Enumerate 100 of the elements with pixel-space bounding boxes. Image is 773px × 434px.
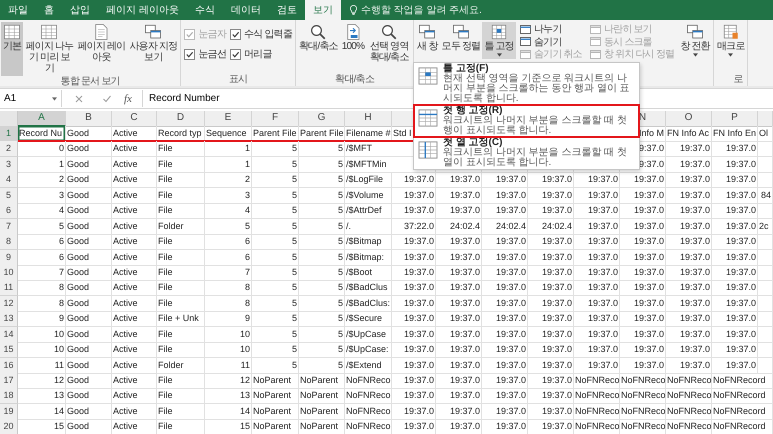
row-header[interactable]: 3 [0, 156, 18, 173]
table-cell: Good [66, 218, 112, 235]
row-header[interactable]: 12 [0, 296, 18, 312]
group-label: 확대/축소 [334, 74, 376, 86]
cancel-icon[interactable] [74, 94, 84, 104]
checkbox[interactable]: 머리글 [230, 48, 292, 60]
name-box[interactable]: A1 [0, 90, 62, 107]
table-cell: 19:37.0 [528, 419, 574, 434]
row-header[interactable]: 2 [0, 141, 18, 158]
row-header[interactable]: 11 [0, 280, 18, 296]
table-cell: 19:37.0 [666, 188, 712, 204]
row-header[interactable]: 4 [0, 172, 18, 188]
row-header[interactable]: 14 [0, 326, 18, 343]
tell-me-field[interactable]: 수행할 작업을 알려 주세요. [360, 3, 482, 17]
ribbon-tab[interactable]: 검토 [268, 0, 305, 20]
table-cell: 2 [205, 172, 252, 188]
column-header[interactable]: F [252, 111, 299, 127]
table-cell: 37:22.0 [392, 218, 436, 235]
enter-check-icon[interactable] [102, 94, 112, 104]
table-cell: Active [112, 234, 157, 250]
row-header[interactable]: 9 [0, 250, 18, 266]
ribbon-button[interactable]: 페이지 나누기 미리 보기 [23, 22, 76, 76]
table-cell: NoFNReco [345, 419, 392, 434]
row-header[interactable]: 15 [0, 342, 18, 358]
ribbon-tab[interactable]: 삽입 [62, 0, 98, 20]
table-cell: 19:37.0 [574, 188, 620, 204]
ribbon-button[interactable]: 사용자 지정 보기 [127, 22, 180, 65]
ribbon-tab[interactable]: 파일 [0, 0, 36, 20]
ribbon-button[interactable]: 창 전환 [678, 22, 712, 59]
table-cell: 19:37.0 [574, 296, 620, 312]
ribbon-button[interactable]: 모두 정렬 [440, 22, 482, 54]
table-cell: 19:37.0 [712, 156, 758, 173]
column-header[interactable]: O [666, 111, 712, 127]
row-header[interactable]: 6 [0, 203, 18, 220]
ribbon-button[interactable]: 확대/축소 [297, 22, 340, 54]
table-cell: NoFNReco [666, 419, 712, 434]
ribbon-button[interactable]: 매크로 [714, 22, 746, 59]
ribbon-tab[interactable]: 홈 [36, 0, 62, 20]
table-cell: 5 [205, 218, 252, 235]
windows-icon [418, 23, 436, 41]
table-cell: 24:02.4 [436, 218, 482, 235]
row-header[interactable]: 17 [0, 373, 18, 389]
column-header[interactable]: H [345, 111, 392, 127]
table-cell: 19:37.0 [712, 296, 758, 312]
row-header[interactable]: 8 [0, 234, 18, 250]
table-cell: 5 [252, 326, 299, 343]
table-cell: File [157, 373, 205, 389]
table-cell: 19:37.0 [482, 342, 528, 358]
ribbon-button[interactable]: 기본 [1, 22, 24, 76]
ribbon-button[interactable]: 선택 영역 확대/축소 [366, 22, 412, 65]
table-cell: 19:37.0 [620, 311, 666, 328]
window-icon [520, 37, 531, 46]
table-cell: 5 [252, 311, 299, 328]
row-header[interactable]: 20 [0, 419, 18, 434]
table-cell: NoFNReco [666, 373, 712, 389]
ribbon-tab[interactable]: 데이터 [222, 0, 269, 20]
ribbon-button[interactable]: 나누기 [518, 23, 584, 36]
table-cell: NoParent [252, 419, 299, 434]
row-header[interactable]: 18 [0, 388, 18, 404]
ribbon-button[interactable]: 틀 고정 [482, 22, 516, 59]
table-cell: 10 [18, 326, 66, 343]
row-header[interactable]: 10 [0, 264, 18, 281]
ribbon-tab[interactable]: 페이지 레이아웃 [98, 0, 187, 20]
table-cell: 5 [252, 342, 299, 358]
table-cell: 19:37.0 [392, 296, 436, 312]
insert-function-button[interactable]: fx [124, 92, 132, 104]
table-cell: 19:37.0 [712, 218, 758, 235]
table-icon [722, 23, 740, 41]
table-cell: 5 [299, 141, 345, 158]
row-header[interactable]: 19 [0, 404, 18, 420]
ribbon-button[interactable]: 페이지 레이아웃 [75, 22, 128, 65]
column-header[interactable]: E [205, 111, 252, 127]
row-header[interactable]: 16 [0, 358, 18, 374]
column-header[interactable]: A [18, 111, 66, 127]
table-cell: Good [66, 188, 112, 204]
table-cell: File [157, 188, 205, 204]
ribbon-tab[interactable]: 보기 [304, 0, 341, 20]
row-header[interactable]: 5 [0, 188, 18, 204]
column-header[interactable]: B [66, 111, 112, 127]
table-cell: Good [66, 141, 112, 158]
column-header[interactable]: G [299, 111, 345, 127]
table-cell: 19:37.0 [574, 234, 620, 250]
checkbox[interactable]: 수식 입력줄 [230, 28, 292, 40]
column-header[interactable]: D [157, 111, 205, 127]
row-header[interactable]: 1 [0, 126, 18, 142]
table-cell: /$Volume [345, 188, 392, 204]
column-header[interactable]: P [712, 111, 758, 127]
checkbox[interactable]: 눈금선 [184, 48, 226, 60]
ribbon-button[interactable]: 새 창 [415, 22, 440, 54]
table-cell: 5 [252, 141, 299, 158]
column-header[interactable]: C [112, 111, 157, 127]
table-cell: 4 [18, 203, 66, 220]
ribbon-tab[interactable]: 수식 [186, 0, 223, 20]
table-cell: 5 [18, 218, 66, 235]
column-header[interactable] [758, 111, 773, 127]
row-header[interactable]: 13 [0, 311, 18, 328]
row-header[interactable]: 7 [0, 218, 18, 235]
ribbon-button[interactable]: 숨기기 [518, 36, 584, 48]
table-cell: 19:37.0 [712, 342, 758, 358]
ribbon-button[interactable]: 100% [340, 22, 366, 54]
